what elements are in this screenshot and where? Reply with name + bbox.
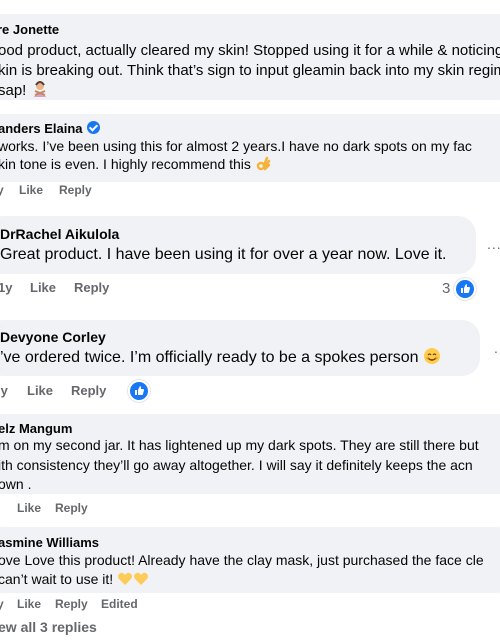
- ok-hand-icon: [255, 156, 271, 175]
- view-replies-link[interactable]: ew all 3 replies: [0, 619, 97, 635]
- comment-text: sap!: [0, 80, 49, 102]
- comment-text: ith consistency they’ll go away altogeth…: [0, 457, 473, 473]
- comment-bubble: [0, 414, 500, 494]
- reaction-count[interactable]: 3: [442, 280, 450, 297]
- comment-actions: y Like Reply: [0, 183, 200, 199]
- comment-author[interactable]: re Jonette: [0, 22, 59, 37]
- comment-text: ove Love this product! Already have the …: [0, 552, 484, 568]
- comment-timestamp[interactable]: y: [0, 597, 4, 611]
- comment-author[interactable]: Devyone Corley: [0, 329, 106, 345]
- verified-badge-icon: [86, 121, 100, 134]
- comment-author[interactable]: DrRachel Aikulola: [0, 226, 119, 242]
- reply-button[interactable]: Reply: [74, 280, 109, 295]
- comment-author[interactable]: asmine Williams: [0, 535, 99, 550]
- comment-timestamp[interactable]: y: [0, 183, 4, 197]
- reply-button[interactable]: Reply: [55, 501, 88, 515]
- comment-text: kin tone is even. I highly recommend thi…: [0, 156, 271, 175]
- comment-actions: ly Like Reply: [0, 383, 200, 401]
- yellow-heart-icon: [117, 571, 149, 590]
- comment-actions: 1y Like Reply: [0, 280, 200, 298]
- like-reaction-icon: [128, 380, 150, 402]
- comment-bubble: [0, 216, 476, 274]
- more-options-button[interactable]: .: [494, 340, 499, 356]
- comment-text: kin is breaking out. Think that’s sign t…: [0, 62, 500, 79]
- like-button[interactable]: Like: [30, 280, 56, 295]
- like-button[interactable]: Like: [27, 383, 53, 398]
- like-button[interactable]: Like: [17, 501, 41, 515]
- comment-text: Great product. I have been using it for …: [0, 246, 447, 263]
- more-options-button[interactable]: ...: [487, 236, 500, 252]
- smiling-face-icon: [423, 347, 441, 370]
- comment-text: works. I’ve been using this for almost 2…: [0, 138, 472, 154]
- reply-button[interactable]: Reply: [59, 183, 92, 197]
- comment-text: ’ve ordered twice. I’m officially ready …: [0, 347, 441, 370]
- reply-button[interactable]: Reply: [55, 597, 88, 611]
- comment-text: own .: [0, 476, 32, 492]
- comment-author[interactable]: elz Mangum: [0, 421, 72, 436]
- woman-gesturing-no-icon: [31, 80, 49, 102]
- like-button[interactable]: Like: [19, 183, 43, 197]
- like-button[interactable]: Like: [17, 597, 41, 611]
- comment-text: can’t wait to use it!: [0, 571, 149, 590]
- comment-author: anders Elaina: [0, 121, 100, 136]
- comment-timestamp[interactable]: 1y: [0, 280, 12, 295]
- comment-actions: y Like Reply Edited: [0, 597, 220, 613]
- edited-label: Edited: [101, 597, 138, 611]
- reply-button[interactable]: Reply: [71, 383, 106, 398]
- comment-actions: Like Reply: [0, 501, 200, 517]
- comment-author-name[interactable]: anders Elaina: [0, 121, 83, 136]
- comment-text: ood product, actually cleared my skin! S…: [0, 42, 500, 59]
- comment-text: m on my second jar. It has lightened up …: [0, 437, 479, 453]
- comment-timestamp[interactable]: ly: [0, 383, 8, 398]
- like-reaction-icon: [454, 278, 476, 300]
